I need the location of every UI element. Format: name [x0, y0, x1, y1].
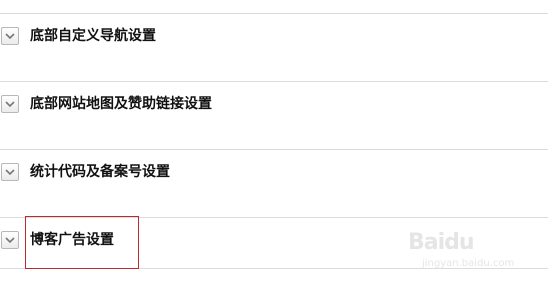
section-title: 底部自定义导航设置: [30, 28, 156, 44]
chevron-down-icon[interactable]: [1, 95, 19, 113]
highlight-annotation: [25, 216, 139, 269]
divider: [0, 13, 548, 14]
section-footer-nav[interactable]: 底部自定义导航设置: [0, 21, 548, 51]
chevron-down-icon[interactable]: [1, 163, 19, 181]
baidu-watermark: Baidu jingyan.baidu.com: [408, 222, 518, 272]
section-stats-code[interactable]: 统计代码及备案号设置: [0, 157, 548, 187]
divider: [0, 149, 548, 150]
section-title: 底部网站地图及赞助链接设置: [30, 96, 212, 112]
section-title: 统计代码及备案号设置: [30, 164, 170, 180]
chevron-down-icon[interactable]: [1, 27, 19, 45]
section-sitemap-links[interactable]: 底部网站地图及赞助链接设置: [0, 89, 548, 119]
watermark-text: Baidu: [408, 230, 475, 255]
divider: [0, 81, 548, 82]
chevron-down-icon[interactable]: [1, 231, 19, 249]
watermark-subtext: jingyan.baidu.com: [422, 258, 515, 269]
